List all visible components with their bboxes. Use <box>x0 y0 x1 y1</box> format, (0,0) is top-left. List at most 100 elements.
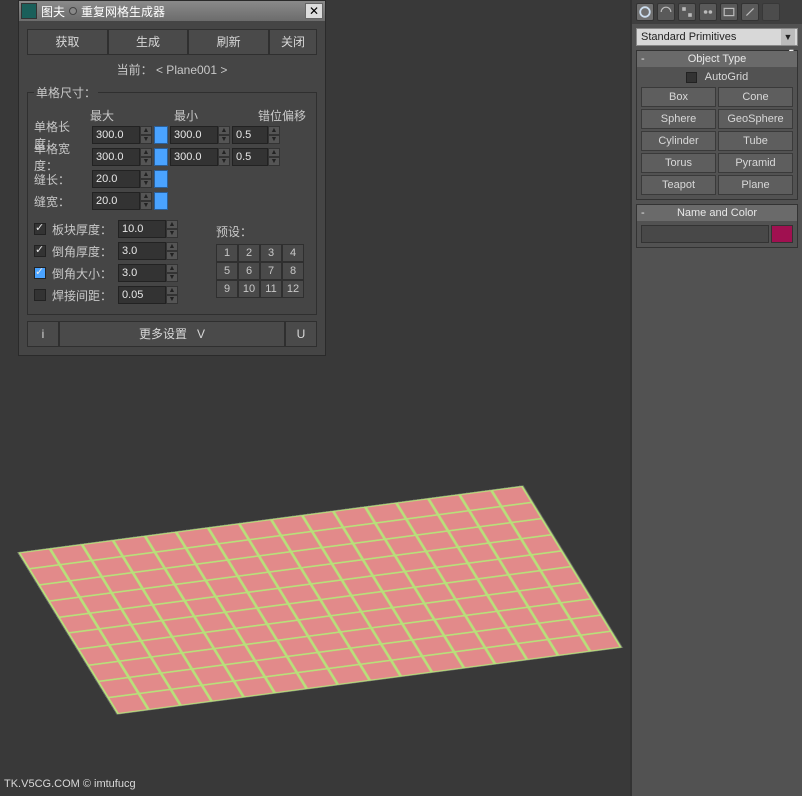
tile <box>519 640 557 658</box>
tile <box>532 552 570 570</box>
tile <box>227 609 265 627</box>
tile <box>406 568 444 586</box>
tile <box>416 584 454 602</box>
name-color-rollup: - Name and Color <box>636 204 798 248</box>
tile <box>562 600 600 618</box>
tile <box>395 605 433 623</box>
tile <box>40 582 78 600</box>
hierarchy-tab-icon[interactable] <box>678 3 696 21</box>
tile <box>493 487 531 505</box>
primitive-cylinder-button[interactable]: Cylinder <box>641 131 716 151</box>
tile <box>552 584 590 602</box>
tile <box>84 541 122 559</box>
tile <box>489 592 527 610</box>
tile <box>513 519 551 537</box>
tile <box>196 613 234 631</box>
viewport[interactable] <box>0 0 630 796</box>
tile <box>236 678 274 696</box>
tile <box>247 641 285 659</box>
autogrid-checkbox[interactable] <box>686 72 697 83</box>
tile <box>320 649 358 667</box>
tile <box>290 601 328 619</box>
tile <box>367 504 405 522</box>
tile <box>147 533 185 551</box>
tile <box>273 516 311 534</box>
object-color-swatch[interactable] <box>771 225 793 243</box>
name-color-header[interactable]: - Name and Color <box>637 205 797 221</box>
tile <box>237 625 275 643</box>
tile <box>424 653 462 671</box>
tile <box>204 682 242 700</box>
create-tab-icon[interactable] <box>636 3 654 21</box>
tile <box>31 566 69 584</box>
tile <box>176 581 214 599</box>
tile <box>469 560 507 578</box>
modify-tab-icon[interactable] <box>657 3 675 21</box>
tile <box>257 658 295 676</box>
tile <box>155 601 193 619</box>
tile <box>229 557 267 575</box>
utilities-tab-icon[interactable] <box>741 3 759 21</box>
name-color-title: Name and Color <box>677 207 757 219</box>
tile <box>135 569 173 587</box>
tile <box>271 569 309 587</box>
tile <box>479 576 517 594</box>
tile <box>210 525 248 543</box>
extra-tab-icon[interactable] <box>762 3 780 21</box>
tile <box>426 600 464 618</box>
tile <box>344 577 382 595</box>
tile <box>471 507 509 525</box>
tile <box>300 617 338 635</box>
tile <box>397 552 435 570</box>
category-value: Standard Primitives <box>641 31 736 43</box>
tile <box>282 532 320 550</box>
tile <box>267 674 305 692</box>
motion-tab-icon[interactable] <box>699 3 717 21</box>
tile <box>428 548 466 566</box>
tile <box>52 545 90 563</box>
tile <box>302 565 340 583</box>
tile <box>477 629 515 647</box>
tile <box>241 520 279 538</box>
primitive-geosphere-button[interactable]: GeoSphere <box>718 109 793 129</box>
tiled-plane[interactable] <box>18 486 622 714</box>
watermark-text: TK.V5CG.COM © imtufucg <box>4 778 136 790</box>
tile <box>450 528 488 546</box>
primitive-teapot-button[interactable]: Teapot <box>641 175 716 195</box>
tile <box>166 565 204 583</box>
tile <box>499 608 537 626</box>
primitive-torus-button[interactable]: Torus <box>641 153 716 173</box>
tile <box>393 657 431 675</box>
tile <box>501 556 539 574</box>
tile <box>62 561 100 579</box>
primitive-plane-button[interactable]: Plane <box>718 175 793 195</box>
tile <box>103 573 141 591</box>
tile <box>111 642 149 660</box>
primitive-pyramid-button[interactable]: Pyramid <box>718 153 793 173</box>
tile <box>70 630 108 648</box>
tile <box>324 544 362 562</box>
tile <box>361 661 399 679</box>
tile <box>198 561 236 579</box>
tile <box>345 524 383 542</box>
tile <box>226 662 264 680</box>
primitive-box-button[interactable]: Box <box>641 87 716 107</box>
primitive-cone-button[interactable]: Cone <box>718 87 793 107</box>
tile <box>186 597 224 615</box>
tile <box>542 568 580 586</box>
category-dropdown[interactable]: Standard Primitives ▼ ↖ <box>636 28 798 46</box>
tile <box>373 625 411 643</box>
display-tab-icon[interactable] <box>720 3 738 21</box>
primitive-sphere-button[interactable]: Sphere <box>641 109 716 129</box>
tile <box>251 536 289 554</box>
tile <box>206 630 244 648</box>
tile <box>342 629 380 647</box>
tile <box>184 650 222 668</box>
tile <box>292 548 330 566</box>
primitive-tube-button[interactable]: Tube <box>718 131 793 151</box>
tile <box>90 662 128 680</box>
tile <box>289 653 327 671</box>
object-type-header[interactable]: - Object Type <box>637 51 797 67</box>
tile <box>218 593 256 611</box>
object-name-input[interactable] <box>641 225 769 243</box>
